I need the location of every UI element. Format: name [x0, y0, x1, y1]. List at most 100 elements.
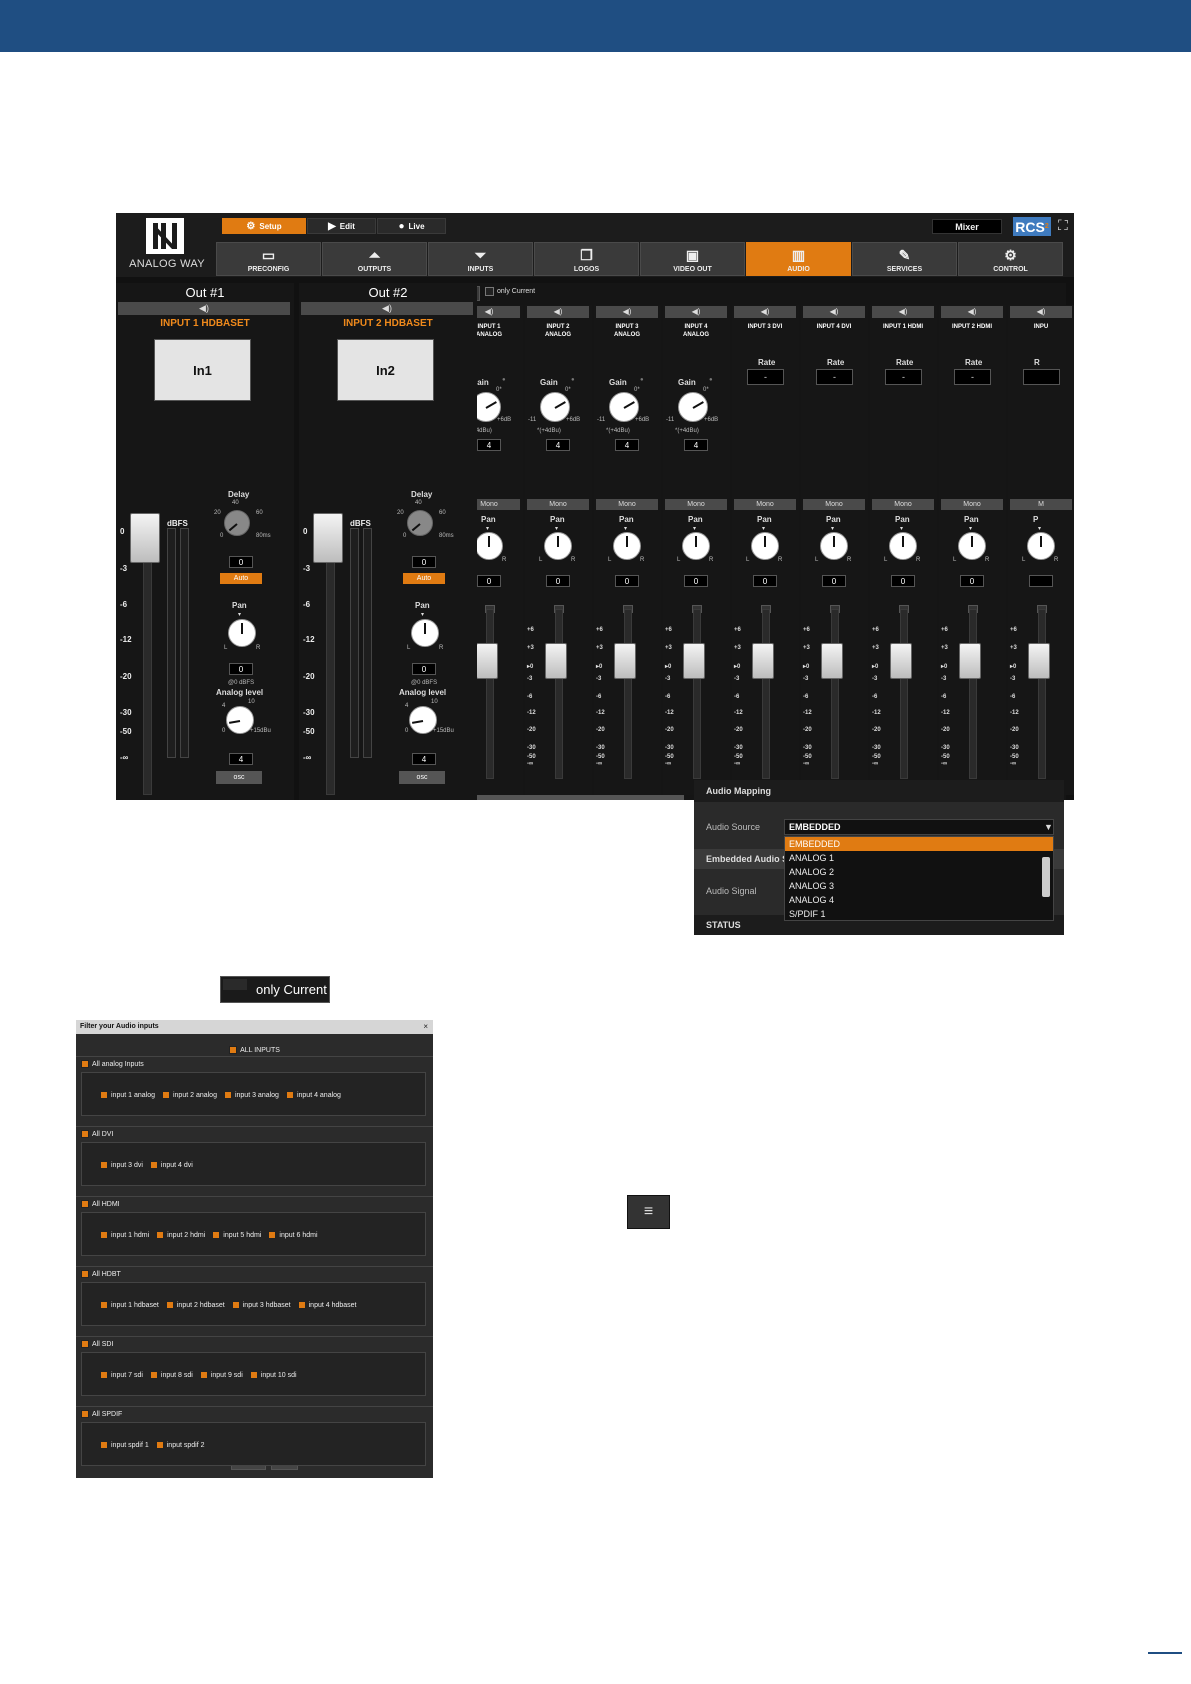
- only-current-checkbox[interactable]: [485, 287, 494, 296]
- pan-value[interactable]: 0: [753, 575, 777, 587]
- gain-value[interactable]: 4: [615, 439, 639, 451]
- pan-knob[interactable]: [958, 532, 986, 560]
- input-fader-knob[interactable]: [890, 643, 912, 679]
- filter-item[interactable]: input 6 hdmi: [268, 1231, 318, 1239]
- filter-item[interactable]: input 4 analog: [285, 1091, 341, 1099]
- pan-value[interactable]: 0: [546, 575, 570, 587]
- pan-value[interactable]: 0: [229, 663, 253, 675]
- checkbox-icon[interactable]: [81, 1270, 89, 1278]
- filter-item[interactable]: input 2 analog: [161, 1091, 217, 1099]
- audio-source-select[interactable]: EMBEDDED: [784, 819, 1054, 835]
- filter-item[interactable]: input 7 sdi: [100, 1371, 143, 1379]
- filter-item[interactable]: input 4 hdbaset: [297, 1301, 357, 1309]
- pan-value[interactable]: 0: [412, 663, 436, 675]
- checkbox-icon[interactable]: [81, 1340, 89, 1348]
- speaker-icon[interactable]: ◀): [734, 306, 796, 318]
- tab-preconfig[interactable]: ▭ PRECONFIG: [216, 242, 321, 276]
- pan-knob[interactable]: [411, 619, 439, 647]
- tab-outputs[interactable]: ⏶ OUTPUTS: [322, 242, 427, 276]
- checkbox-icon[interactable]: [161, 1091, 170, 1099]
- checkbox-icon[interactable]: [100, 1301, 108, 1309]
- checkbox-icon[interactable]: [156, 1231, 165, 1239]
- dropdown-option[interactable]: ANALOG 2: [785, 865, 1053, 879]
- mode-button-edit[interactable]: ▶ Edit: [307, 218, 376, 234]
- dropdown-option[interactable]: EMBEDDED: [785, 837, 1053, 851]
- osc-button[interactable]: osc: [399, 771, 445, 784]
- tab-control[interactable]: ⚙ CONTROL: [958, 242, 1063, 276]
- gain-value[interactable]: 4: [684, 439, 708, 451]
- pan-knob[interactable]: [1027, 532, 1055, 560]
- input-fader-knob[interactable]: [614, 643, 636, 679]
- checkbox-icon[interactable]: [285, 1091, 294, 1099]
- speaker-icon[interactable]: ◀): [941, 306, 1003, 318]
- filter-item[interactable]: input 1 analog: [100, 1091, 155, 1099]
- filter-item[interactable]: input 3 dvi: [100, 1161, 143, 1169]
- checkbox-icon[interactable]: [249, 1371, 258, 1379]
- filter-group[interactable]: All DVI: [81, 1130, 113, 1138]
- mono-button[interactable]: Mono: [872, 499, 934, 510]
- pan-value[interactable]: [1029, 575, 1053, 587]
- filter-group[interactable]: All analog Inputs: [81, 1060, 144, 1068]
- filter-item[interactable]: input 2 hdmi: [156, 1231, 205, 1239]
- rcs-button[interactable]: RCS 2: [1013, 217, 1051, 236]
- mono-button[interactable]: M: [1010, 499, 1072, 510]
- pan-knob[interactable]: [475, 532, 503, 560]
- pan-knob[interactable]: [228, 619, 256, 647]
- tab-video-out[interactable]: ▣ VIDEO OUT: [640, 242, 745, 276]
- tab-audio[interactable]: ▥ AUDIO: [746, 242, 851, 276]
- mode-button-setup[interactable]: ⚙ Setup: [222, 218, 306, 234]
- pan-knob[interactable]: [820, 532, 848, 560]
- filter-item[interactable]: input 5 hdmi: [212, 1231, 261, 1239]
- auto-button[interactable]: Auto: [220, 573, 262, 584]
- input-fader-knob[interactable]: [1028, 643, 1050, 679]
- input-fader-knob[interactable]: [683, 643, 705, 679]
- dropdown-option[interactable]: ANALOG 4: [785, 893, 1053, 907]
- pan-value[interactable]: 0: [615, 575, 639, 587]
- analog-level-value[interactable]: 4: [229, 753, 253, 765]
- pan-knob[interactable]: [613, 532, 641, 560]
- speaker-icon[interactable]: ◀): [527, 306, 589, 318]
- dropdown-option[interactable]: ANALOG 3: [785, 879, 1053, 893]
- gain-value[interactable]: 4: [477, 439, 501, 451]
- tab-logos[interactable]: ❐ LOGOS: [534, 242, 639, 276]
- filter-item[interactable]: input 4 dvi: [149, 1161, 193, 1169]
- mono-button[interactable]: Mono: [941, 499, 1003, 510]
- mono-button[interactable]: Mono: [803, 499, 865, 510]
- filter-item[interactable]: input spdif 2: [155, 1441, 205, 1449]
- gain-value[interactable]: 4: [546, 439, 570, 451]
- dropdown-scrollbar[interactable]: [1042, 857, 1050, 897]
- checkbox-icon[interactable]: [155, 1441, 164, 1449]
- speaker-icon[interactable]: ◀): [665, 306, 727, 318]
- checkbox-icon[interactable]: [223, 1091, 232, 1099]
- delay-knob[interactable]: [407, 510, 433, 536]
- checkbox-icon[interactable]: [81, 1130, 89, 1138]
- all-inputs-option[interactable]: ALL INPUTS: [76, 1046, 433, 1054]
- input-fader-knob[interactable]: [821, 643, 843, 679]
- checkbox-icon[interactable]: [212, 1231, 221, 1239]
- analog-level-knob[interactable]: [409, 706, 437, 734]
- mono-button[interactable]: Mono: [734, 499, 796, 510]
- filter-item[interactable]: input 3 analog: [223, 1091, 279, 1099]
- filter-item[interactable]: input 1 hdmi: [100, 1231, 149, 1239]
- mode-button-live[interactable]: ● Live: [377, 218, 446, 234]
- auto-button[interactable]: Auto: [403, 573, 445, 584]
- pan-value[interactable]: 0: [960, 575, 984, 587]
- filter-item[interactable]: input 8 sdi: [149, 1371, 193, 1379]
- only-current-toggle[interactable]: only Current: [485, 287, 535, 296]
- tab-inputs[interactable]: ⏷ INPUTS: [428, 242, 533, 276]
- input-fader-knob[interactable]: [545, 643, 567, 679]
- close-icon[interactable]: ×: [423, 1020, 428, 1034]
- checkbox-icon[interactable]: [81, 1060, 89, 1068]
- output-fader-knob[interactable]: [313, 513, 343, 563]
- checkbox-icon[interactable]: [165, 1301, 174, 1309]
- checkbox-icon[interactable]: [100, 1161, 108, 1169]
- chevron-down-icon[interactable]: ▼: [1044, 822, 1053, 832]
- speaker-icon[interactable]: ◀): [301, 302, 473, 315]
- input-fader-knob[interactable]: [959, 643, 981, 679]
- checkbox-icon[interactable]: [100, 1371, 108, 1379]
- speaker-icon[interactable]: ◀): [872, 306, 934, 318]
- checkbox-icon[interactable]: [81, 1410, 89, 1418]
- fullscreen-icon[interactable]: ⛶: [1058, 217, 1068, 234]
- filter-item[interactable]: input 2 hdbaset: [165, 1301, 225, 1309]
- filter-item[interactable]: input spdif 1: [100, 1441, 149, 1449]
